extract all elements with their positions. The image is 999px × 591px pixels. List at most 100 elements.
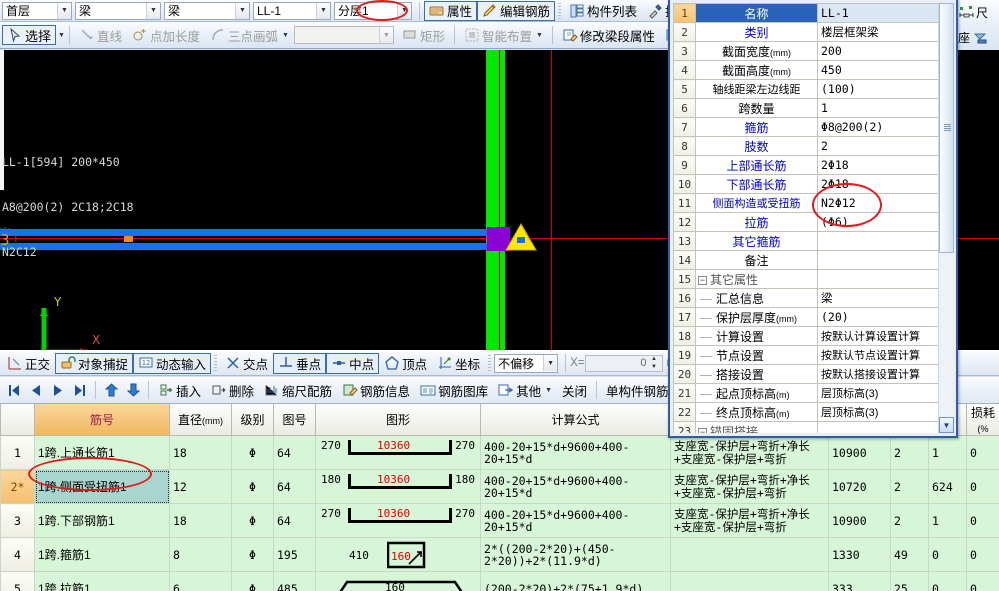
table-row[interactable]: 1 1跨.上通长筋1 18 Φ 64 270 10360 270 400-20+…	[0, 435, 999, 470]
row-figure-no[interactable]: 195	[273, 537, 316, 572]
row-overlap[interactable]: 624	[928, 469, 967, 504]
col-formula-header[interactable]: 计算公式	[480, 404, 671, 436]
property-value[interactable]: 按默认节点设置计算	[817, 345, 941, 365]
snap-intersect[interactable]: 交点	[220, 353, 273, 374]
col-grade-header[interactable]: 级别	[231, 404, 274, 436]
properties-scrollbar[interactable]: ▼	[938, 3, 954, 433]
row-figure-no[interactable]: 64	[273, 503, 316, 538]
property-row-calc-settings[interactable]: 18 计算设置 按默认计算设置计算	[673, 326, 941, 346]
table-row[interactable]: 4 1跨.箍筋1 8 Φ 195 410 160 2*((200-2*20)+(…	[0, 537, 999, 572]
col-shape-header[interactable]: 图形	[315, 404, 481, 436]
snap-ortho[interactable]: 正交	[2, 353, 55, 374]
row-count[interactable]: 49	[890, 537, 929, 572]
edit-rebar-button[interactable]: 编辑钢筋	[477, 0, 556, 21]
select-dropdown-arrow-icon[interactable]: ▼	[58, 32, 65, 39]
chevron-down-icon[interactable]: ▼	[235, 2, 249, 19]
table-row[interactable]: 5 1跨.拉筋1 6 Φ 485 160 (200-2*20)+2*(75+1.…	[0, 571, 999, 591]
row-index[interactable]: 3	[0, 503, 35, 538]
scale-rebar-button[interactable]: 缩尺配筋	[259, 380, 337, 400]
measure-tool-row[interactable]: 尺	[956, 0, 999, 25]
property-row-category[interactable]: 2 类别 楼层框架梁	[673, 22, 941, 42]
property-value[interactable]: Φ8@200(2)	[817, 117, 941, 137]
row-diameter[interactable]: 8	[169, 537, 232, 572]
property-row-start-elevation[interactable]: 21 起点顶标高(m) 层顶标高(3)	[673, 383, 941, 403]
other-button[interactable]: 其他 ▼	[493, 380, 557, 400]
chevron-down-icon[interactable]: ▼	[282, 32, 289, 39]
x-coordinate-input[interactable]: 0 ▲ ▼	[584, 354, 663, 372]
row-explain[interactable]: 支座宽-保护层+弯折+净长+支座宽-保护层+弯折	[670, 435, 829, 470]
scrollbar-down-button[interactable]: ▼	[939, 417, 954, 433]
property-row-bottom-through-rebar[interactable]: 10 下部通长筋 2Φ18	[673, 174, 941, 194]
rebar-info-button[interactable]: 钢筋信息	[337, 380, 415, 400]
offset-mode-combo[interactable]: 不偏移 ▼	[494, 353, 559, 373]
property-row-section-height[interactable]: 4 截面高度(mm) 450	[673, 60, 941, 80]
row-diameter[interactable]: 18	[169, 435, 232, 470]
row-overlap[interactable]: 0	[928, 537, 967, 572]
floor-combo[interactable]: 首层 ▼	[2, 1, 72, 20]
row-length[interactable]: 10900	[828, 435, 891, 470]
table-row[interactable]: 2* 1跨.侧面受扭筋1 12 Φ 64 180 10360 180 400-2…	[0, 469, 999, 504]
snap-midpoint[interactable]: 中点	[326, 352, 380, 374]
row-shape[interactable]: 160	[315, 571, 481, 591]
property-row-cover-thickness[interactable]: 17 保护层厚度(mm) (20)	[673, 307, 941, 327]
property-value[interactable]: 450	[817, 60, 941, 80]
row-count[interactable]: 2	[890, 435, 929, 470]
chevron-down-icon[interactable]: ▼	[536, 32, 543, 39]
row-formula[interactable]: 400-20+15*d+9600+400-20+15*d	[480, 469, 671, 504]
row-formula[interactable]: 2*((200-2*20)+(450-2*20))+2*(11.9*d)	[480, 537, 671, 572]
property-row-stirrup[interactable]: 7 箍筋 Φ8@200(2)	[673, 117, 941, 137]
row-rebar-no[interactable]: 1跨.上通长筋1	[34, 435, 170, 470]
property-row-overlap-settings[interactable]: 20 搭接设置 按默认搭接设置计算	[673, 364, 941, 384]
row-count[interactable]: 25	[890, 571, 929, 591]
chevron-down-icon[interactable]: ▼	[316, 2, 330, 19]
property-row-span-count[interactable]: 6 跨数量 1	[673, 98, 941, 118]
row-loss[interactable]: 0	[966, 503, 999, 538]
row-diameter[interactable]: 18	[169, 503, 232, 538]
first-record-button[interactable]	[3, 380, 25, 400]
properties-button[interactable]: 属性	[424, 0, 478, 21]
row-shape[interactable]: 270 10360 270	[315, 503, 481, 538]
row-figure-no[interactable]: 64	[273, 435, 316, 470]
row-index[interactable]: 4	[0, 537, 35, 572]
prev-record-button[interactable]	[25, 380, 47, 400]
row-figure-no[interactable]: 485	[273, 571, 316, 591]
property-value[interactable]: 按默认计算设置计算	[817, 326, 941, 346]
row-grade[interactable]: Φ	[231, 571, 274, 591]
row-formula[interactable]: 400-20+15*d+9600+400-20+15*d	[480, 503, 671, 538]
snap-vertex[interactable]: 顶点	[379, 353, 432, 374]
property-value[interactable]: LL-1	[817, 3, 941, 23]
row-rebar-no[interactable]: 1跨.箍筋1	[34, 537, 170, 572]
smart-layout-button[interactable]: 智能布置 ▼	[459, 25, 548, 45]
warning-marker[interactable]	[505, 222, 537, 252]
snap-perpendicular[interactable]: 垂点	[273, 352, 327, 374]
table-row[interactable]: 3 1跨.下部钢筋1 18 Φ 64 270 10360 270 400-20+…	[0, 503, 999, 538]
row-rebar-no[interactable]: 1跨.侧面受扭筋1	[34, 469, 170, 504]
chevron-down-icon[interactable]: ▼	[543, 355, 558, 371]
property-value[interactable]: 2	[817, 136, 941, 156]
row-rebar-no[interactable]: 1跨.拉筋1	[34, 571, 170, 591]
row-loss[interactable]: 0	[966, 435, 999, 470]
property-value[interactable]: 层顶标高(3)	[817, 402, 941, 422]
vertical-beam[interactable]	[486, 50, 505, 350]
col-index-header[interactable]	[0, 404, 35, 436]
scrollbar-thumb[interactable]	[939, 3, 954, 253]
row-explain[interactable]	[670, 537, 829, 572]
col-rebar-no-header[interactable]: 筋号	[34, 404, 170, 436]
property-row-axis-offset[interactable]: 5 轴线距梁左边线距 (100)	[673, 79, 941, 99]
property-value[interactable]: 层顶标高(3)	[817, 383, 941, 403]
collapse-icon[interactable]: −	[698, 275, 707, 285]
select-tool-button[interactable]: 选择	[2, 25, 57, 45]
property-row-name[interactable]: 1 名称 LL-1	[673, 3, 941, 23]
snap-dynamic[interactable]: 12 动态输入	[133, 352, 212, 374]
row-overlap[interactable]: 0	[928, 571, 967, 591]
property-row-section-width[interactable]: 3 截面宽度(mm) 200	[673, 41, 941, 61]
row-grade[interactable]: Φ	[231, 503, 274, 538]
row-explain[interactable]: 支座宽-保护层+弯折+净长+支座宽-保护层+弯折	[670, 503, 829, 538]
row-count[interactable]: 2	[890, 469, 929, 504]
next-record-button[interactable]	[47, 380, 69, 400]
property-value[interactable]: 楼层框架梁	[817, 22, 941, 42]
row-explain[interactable]	[670, 571, 829, 591]
row-loss[interactable]: 0	[966, 537, 999, 572]
property-row-top-through-rebar[interactable]: 9 上部通长筋 2Φ18	[673, 155, 941, 175]
chevron-down-icon[interactable]: ▼	[57, 2, 71, 19]
